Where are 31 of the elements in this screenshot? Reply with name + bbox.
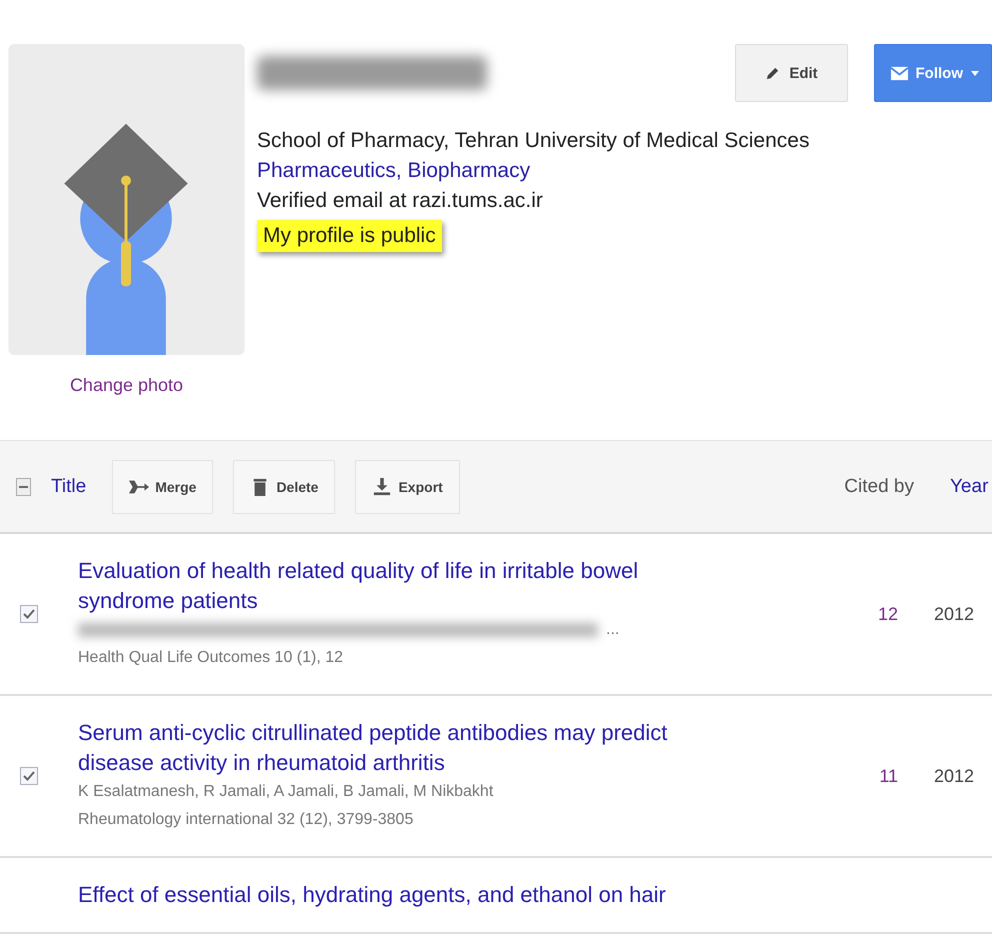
edit-button[interactable]: Edit <box>734 44 848 102</box>
article-title-link[interactable]: Effect of essential oils, hydrating agents, and ethanol on hair <box>78 880 738 910</box>
change-photo-link[interactable]: Change photo <box>70 375 184 396</box>
row-checkbox[interactable] <box>20 605 38 623</box>
delete-button[interactable]: Delete <box>233 460 336 514</box>
merge-button[interactable]: Merge <box>112 460 214 514</box>
follow-button[interactable]: Follow <box>874 44 992 102</box>
article-title-link[interactable]: Evaluation of health related quality of life in irritable bowel syndrome patients <box>78 556 738 616</box>
envelope-icon <box>890 66 908 80</box>
cited-by-column-link[interactable]: Cited by <box>844 476 914 498</box>
email-text: Verified email at razi.tums.ac.ir <box>257 188 544 214</box>
download-icon <box>372 478 392 496</box>
citation-count-link[interactable]: 12 <box>738 604 898 624</box>
source-text: Rheumatology international 32 (12), 3799-3805 <box>78 810 414 830</box>
merge-arrow-icon <box>129 478 150 496</box>
year-column-link[interactable]: Year <box>950 476 992 498</box>
year-text: 2012 <box>934 604 974 624</box>
authors-text: ... <box>606 620 620 640</box>
select-all-checkbox[interactable] <box>16 478 31 496</box>
interests-link[interactable]: Pharmaceutics, Biopharmacy <box>257 156 992 186</box>
caret-icon <box>971 70 979 76</box>
public-profile-badge[interactable]: My profile is public <box>257 220 442 252</box>
affiliation-text: School of Pharmacy, Tehran University of Medical Sciences <box>257 128 810 154</box>
title-column-link[interactable]: Title <box>51 476 86 498</box>
authors-text: K Esalatmanesh, R Jamali, A Jamali, B Jamali, M Nikbakht <box>78 782 494 802</box>
export-button[interactable]: Export <box>355 460 460 514</box>
citation-count-link[interactable]: 11 <box>738 766 898 786</box>
year-text: 2012 <box>934 766 974 786</box>
row-checkbox[interactable] <box>20 767 38 785</box>
article-title-link[interactable]: Serum anti-cyclic citrullinated peptide antibodies may predict disease activity in rheumatoid arthritis <box>78 718 738 778</box>
source-text: Health Qual Life Outcomes 10 (1), 12 <box>78 648 344 668</box>
